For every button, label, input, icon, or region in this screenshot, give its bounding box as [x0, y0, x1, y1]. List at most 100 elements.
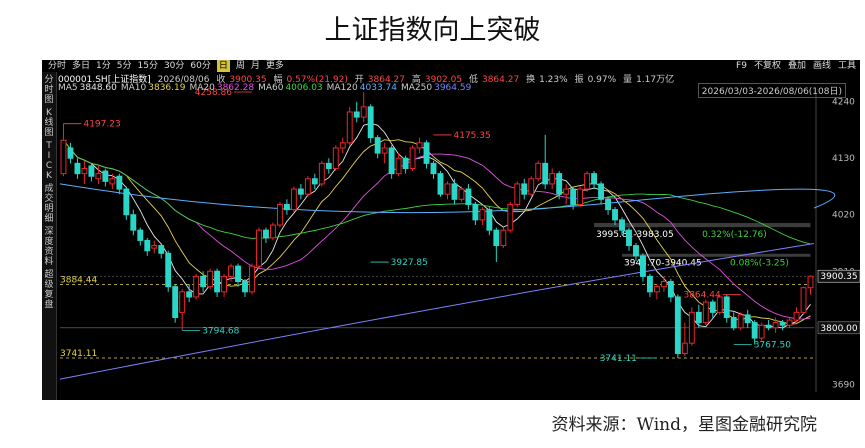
date-range[interactable]: 2026/03/03-2026/08/06(108日) [697, 83, 846, 98]
candle-body [479, 209, 486, 221]
period-tab[interactable]: 30分 [164, 60, 184, 72]
period-tab[interactable]: 1分 [96, 60, 111, 72]
candle-body [242, 281, 248, 293]
candlestick-chart[interactable]: 3690380039104020413042403884.443741.1138… [42, 60, 860, 400]
candle-body [102, 170, 109, 182]
ref-price-label: 3800.00 [820, 324, 857, 334]
candle-body [367, 106, 374, 139]
candle-body [507, 203, 514, 231]
candle-body [514, 183, 521, 205]
period-tab[interactable]: 分时 [48, 60, 66, 72]
gap-pct: 0.32%(-12.76) [702, 230, 767, 240]
ma-name: MA250 [400, 83, 433, 93]
side-button[interactable]: K线图 [42, 108, 56, 138]
candle-body [200, 275, 207, 288]
side-button[interactable]: 成交明细 [42, 184, 56, 224]
toolbar-action[interactable]: F9 [736, 60, 747, 72]
candle-body [395, 157, 402, 175]
y-tick-label: 4130 [832, 154, 855, 164]
candle-body [493, 229, 500, 247]
side-button[interactable]: TICK [42, 141, 56, 181]
candle-body [772, 322, 779, 329]
toolbar-action[interactable]: 工具 [838, 60, 856, 72]
period-tab[interactable]: 60分 [190, 60, 210, 72]
ma-value: 4033.74 [359, 83, 397, 93]
ma-value: 3836.19 [148, 83, 186, 93]
period-tab[interactable]: 多日 [72, 60, 90, 72]
ma-name: MA60 [258, 83, 284, 93]
candle-body [339, 142, 346, 149]
y-tick-label: 3690 [832, 380, 855, 390]
kline-panel[interactable]: 3690380039104020413042403884.443741.1138… [42, 60, 860, 400]
volume-label: 量 [623, 75, 633, 85]
candle-body [402, 157, 409, 169]
annotation-label: 4175.35 [454, 131, 491, 141]
candle-body [674, 296, 681, 354]
candle-body [297, 188, 304, 195]
candle-body [304, 178, 311, 195]
candle-body [800, 287, 807, 313]
candle-body [751, 322, 758, 339]
page-title: 上证指数向上突破 [324, 15, 541, 46]
candle-body [228, 265, 234, 277]
candle-body [633, 245, 639, 257]
side-button[interactable]: 分时图 [42, 75, 56, 105]
candle-body [381, 147, 388, 154]
candle-body [116, 175, 123, 190]
candle-body [521, 183, 528, 195]
candle-body [249, 265, 255, 293]
candle-body [235, 265, 241, 283]
period-tab[interactable]: 5分 [117, 60, 132, 72]
annotation-label: 3741.11 [600, 354, 637, 364]
ma-line [63, 139, 811, 245]
gap-pct: 0.08%(-3.25) [730, 259, 789, 269]
annotation-label: 3864.44 [683, 291, 720, 301]
annotation-label: 3794.68 [202, 327, 239, 337]
annotation-label: 3767.50 [754, 340, 791, 350]
side-button[interactable]: 超级复盘 [42, 270, 56, 310]
side-button[interactable]: 深度资料 [42, 227, 56, 267]
period-tab[interactable]: 月 [251, 60, 260, 72]
candle-body [793, 311, 800, 321]
candle-body [556, 173, 563, 195]
low-value: 3864.27 [481, 75, 520, 85]
candle-body [681, 342, 688, 354]
candle-body [151, 245, 158, 249]
gap-label: 3995.81-3983.05 [596, 230, 674, 240]
level-label: 3884.44 [60, 275, 97, 285]
candle-body [332, 147, 339, 169]
candle-body [598, 183, 605, 200]
candle-body [88, 165, 95, 177]
candle-body [276, 203, 283, 226]
candle-body [60, 139, 67, 175]
candle-body [283, 203, 290, 211]
candle-body [626, 229, 632, 247]
candle-body [640, 255, 646, 277]
candle-body [214, 270, 221, 293]
candle-body [584, 173, 591, 190]
period-tab[interactable]: 更多 [266, 60, 284, 72]
candle-body [353, 111, 360, 118]
candle-body [172, 286, 179, 318]
toolbar-action[interactable]: 叠加 [788, 60, 806, 72]
ma-name: MA5 [58, 83, 78, 93]
toolbar-action[interactable]: 不复权 [754, 60, 781, 72]
candle-body [374, 137, 381, 154]
candle-body [549, 173, 556, 185]
candle-body [660, 281, 667, 288]
candle-body [737, 314, 744, 329]
toolbar-action[interactable]: 画线 [813, 60, 831, 72]
candle-body [709, 301, 716, 313]
annotation-label: 3927.85 [391, 258, 428, 268]
turnover-label: 换 [526, 75, 536, 85]
candle-body [535, 162, 542, 180]
candle-body [765, 324, 772, 329]
candle-body [430, 162, 437, 175]
candle-body [444, 183, 451, 195]
candle-body [542, 162, 549, 185]
current-price-label: 3900.35 [820, 272, 857, 282]
period-tab[interactable]: 日 [216, 60, 230, 72]
candle-body [144, 239, 151, 252]
period-tab[interactable]: 周 [236, 60, 245, 72]
period-tab[interactable]: 15分 [138, 60, 158, 72]
